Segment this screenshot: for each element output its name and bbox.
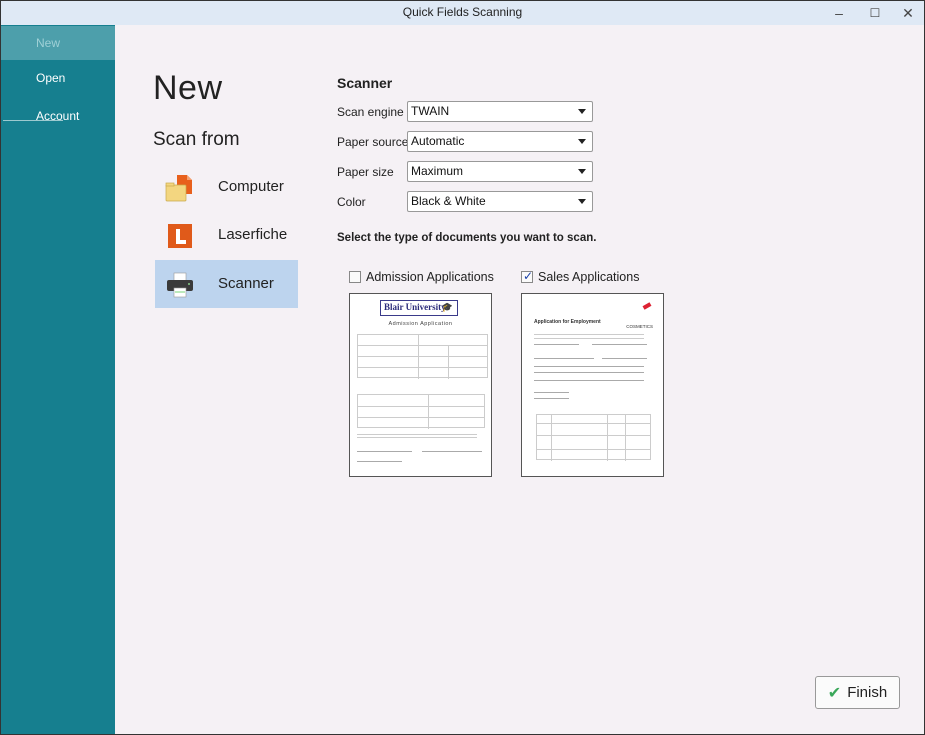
minimize-icon: – [835, 5, 843, 21]
source-scanner[interactable]: Scanner [155, 260, 298, 308]
sidebar: New Open Account [1, 25, 115, 734]
printer-scanner-icon [167, 272, 193, 298]
lipstick-icon [642, 302, 652, 310]
preview-title: Application for Employment [534, 319, 601, 325]
admission-applications-checkbox[interactable]: Admission Applications [349, 269, 494, 285]
select-value: Maximum [411, 164, 464, 178]
checkbox-box[interactable] [349, 271, 361, 283]
university-logo: Blair University 🎓 [380, 300, 458, 316]
graduation-cap-icon: 🎓 [441, 302, 453, 312]
preview-title: Blair University [384, 302, 446, 312]
sales-applications-checkbox[interactable]: Sales Applications [521, 269, 639, 285]
page-title: New [153, 69, 223, 107]
form-section [357, 394, 485, 429]
chevron-down-icon [578, 169, 586, 174]
paper-source-label: Paper source [337, 135, 409, 149]
select-value: TWAIN [411, 104, 450, 118]
scanner-section-title: Scanner [337, 75, 393, 91]
sales-application-preview[interactable]: Application for Employment COSMETICS [521, 293, 664, 477]
computer-folder-icon [165, 175, 192, 202]
checkbox-box[interactable] [521, 269, 533, 283]
source-laserfiche[interactable]: Laserfiche [155, 211, 298, 259]
finish-label: Finish [847, 684, 888, 701]
sidebar-item-new[interactable]: New [1, 26, 115, 60]
scan-from-heading: Scan from [153, 129, 240, 150]
finish-button[interactable]: ✔ Finish [815, 676, 900, 709]
title-bar: Quick Fields Scanning – ☐ ✕ [1, 1, 924, 25]
checkmark-icon: ✔ [827, 684, 842, 702]
scan-engine-select[interactable]: TWAIN [407, 101, 593, 122]
color-select[interactable]: Black & White [407, 191, 593, 212]
source-computer[interactable]: Computer [155, 163, 298, 211]
checkbox-label: Sales Applications [538, 270, 640, 284]
laserfiche-logo-icon [168, 224, 192, 248]
source-label: Computer [218, 178, 284, 195]
document-type-instructions: Select the type of documents you want to… [337, 232, 597, 244]
source-label: Laserfiche [218, 226, 288, 243]
sidebar-item-account[interactable]: Account [1, 99, 115, 133]
select-value: Black & White [411, 194, 486, 208]
app-window: Quick Fields Scanning – ☐ ✕ New Open Acc… [0, 0, 925, 735]
sidebar-item-open[interactable]: Open [1, 61, 115, 95]
color-label: Color [337, 195, 366, 209]
preview-subtitle: Admission Application [388, 321, 453, 327]
maximize-button[interactable]: ☐ [857, 1, 893, 25]
chevron-down-icon [578, 109, 586, 114]
source-label: Scanner [218, 275, 274, 292]
close-icon: ✕ [902, 4, 914, 21]
chevron-down-icon [578, 199, 586, 204]
preview-brand: COSMETICS [626, 324, 653, 329]
select-value: Automatic [411, 134, 465, 148]
minimize-button[interactable]: – [821, 1, 857, 25]
admission-application-preview[interactable]: Blair University 🎓 Admission Application [349, 293, 492, 477]
close-button[interactable]: ✕ [890, 1, 925, 25]
form-section [357, 334, 488, 379]
scan-engine-label: Scan engine [337, 105, 404, 119]
checkbox-label: Admission Applications [366, 270, 494, 284]
paper-size-select[interactable]: Maximum [407, 161, 593, 182]
chevron-down-icon [578, 139, 586, 144]
window-title: Quick Fields Scanning [402, 5, 523, 19]
education-table [536, 414, 651, 461]
paper-size-label: Paper size [337, 165, 394, 179]
paper-source-select[interactable]: Automatic [407, 131, 593, 152]
maximize-icon: ☐ [869, 6, 881, 20]
